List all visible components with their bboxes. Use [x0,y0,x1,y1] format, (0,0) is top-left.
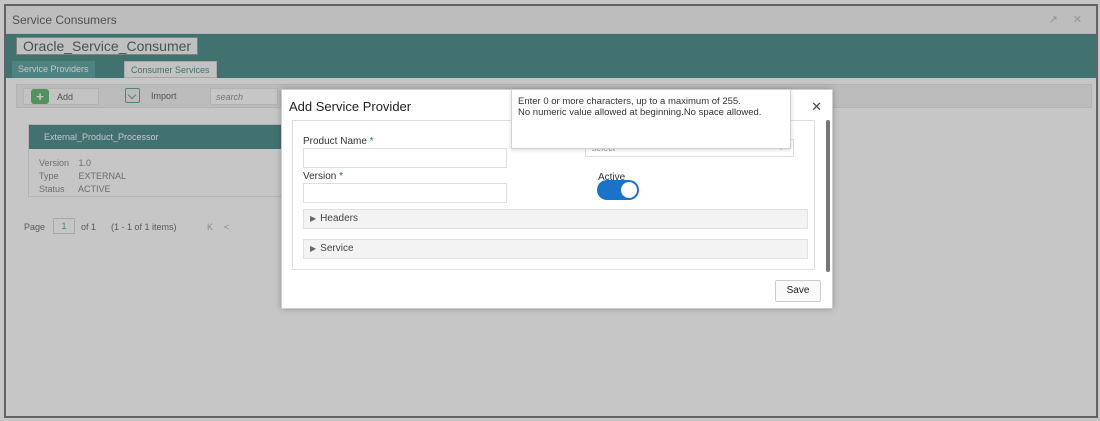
save-button[interactable]: Save [775,280,821,302]
tooltip-line-1: Enter 0 or more characters, up to a maxi… [518,96,741,107]
expand-triangle-icon: ▶ [310,214,317,223]
product-name-label: Product Name * [303,136,374,147]
headers-section[interactable]: ▶ Headers [303,209,808,229]
version-label-text: Version [303,171,337,182]
required-marker: * [339,171,344,182]
product-name-input[interactable] [303,148,507,168]
tooltip-line-2: No numeric value allowed at beginning.No… [518,107,762,118]
service-section[interactable]: ▶ Service [303,239,808,259]
close-icon[interactable]: ✕ [811,99,822,115]
service-section-label: Service [320,243,354,254]
required-marker: * [369,136,374,147]
validation-tooltip: Enter 0 or more characters, up to a maxi… [511,89,791,149]
active-toggle[interactable] [597,180,639,200]
version-input[interactable] [303,183,507,203]
product-name-label-text: Product Name [303,136,367,147]
version-label: Version * [303,171,343,182]
expand-triangle-icon: ▶ [310,244,317,253]
dialog-scrollbar[interactable] [826,120,830,272]
dialog-title: Add Service Provider [289,99,412,114]
headers-section-label: Headers [320,213,358,224]
toggle-knob [621,182,637,198]
